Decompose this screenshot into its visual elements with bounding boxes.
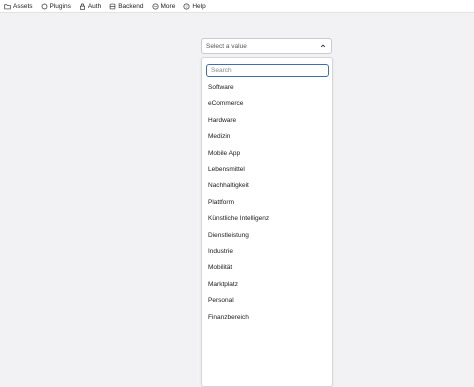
folder-icon bbox=[4, 3, 11, 10]
more-icon bbox=[152, 2, 159, 10]
option-medizin[interactable]: Medizin bbox=[208, 131, 328, 143]
value-select[interactable]: Select a value bbox=[201, 38, 332, 54]
option-kuenstliche-intelligenz[interactable]: Künstliche Intelligenz bbox=[208, 213, 328, 225]
nav-assets[interactable]: Assets bbox=[4, 3, 33, 10]
nav-more[interactable]: More bbox=[152, 2, 176, 10]
nav-help-label: Help bbox=[192, 2, 206, 10]
option-nachhaltigkeit[interactable]: Nachhaltigkeit bbox=[208, 180, 328, 192]
option-mobilitaet[interactable]: Mobilität bbox=[208, 262, 328, 274]
option-industrie[interactable]: Industrie bbox=[208, 246, 328, 258]
nav-auth-label: Auth bbox=[87, 2, 102, 10]
option-plattform[interactable]: Plattform bbox=[208, 197, 328, 209]
lock-icon bbox=[79, 3, 86, 10]
top-nav-bar: Assets Plugins Auth Backend More ? Help bbox=[0, 0, 474, 13]
option-personal[interactable]: Personal bbox=[208, 295, 328, 307]
nav-more-label: More bbox=[160, 2, 176, 10]
nav-backend-label: Backend bbox=[118, 2, 144, 10]
option-software[interactable]: Software bbox=[208, 82, 328, 94]
option-mobile-app[interactable]: Mobile App bbox=[208, 148, 328, 160]
nav-plugins-label: Plugins bbox=[49, 2, 71, 10]
option-dienstleistung[interactable]: Dienstleistung bbox=[208, 230, 328, 242]
database-icon bbox=[109, 3, 116, 10]
option-lebensmittel[interactable]: Lebensmittel bbox=[208, 164, 328, 176]
nav-plugins[interactable]: Plugins bbox=[41, 3, 71, 10]
select-placeholder: Select a value bbox=[206, 42, 247, 50]
option-ecommerce[interactable]: eCommerce bbox=[208, 98, 328, 110]
search-input[interactable] bbox=[206, 64, 329, 77]
option-hardware[interactable]: Hardware bbox=[208, 115, 328, 127]
nav-backend[interactable]: Backend bbox=[109, 2, 144, 10]
nav-auth[interactable]: Auth bbox=[79, 3, 101, 10]
plugin-icon bbox=[41, 3, 48, 10]
option-marktplatz[interactable]: Marktplatz bbox=[208, 279, 328, 291]
svg-text:?: ? bbox=[186, 4, 188, 8]
nav-help[interactable]: ? Help bbox=[183, 2, 206, 10]
dropdown-menu: Software eCommerce Hardware Medizin Mobi… bbox=[201, 57, 333, 387]
chevron-up-icon bbox=[320, 43, 326, 49]
help-icon: ? bbox=[183, 2, 190, 10]
nav-assets-label: Assets bbox=[13, 2, 33, 10]
option-finanzbereich[interactable]: Finanzbereich bbox=[208, 312, 328, 324]
